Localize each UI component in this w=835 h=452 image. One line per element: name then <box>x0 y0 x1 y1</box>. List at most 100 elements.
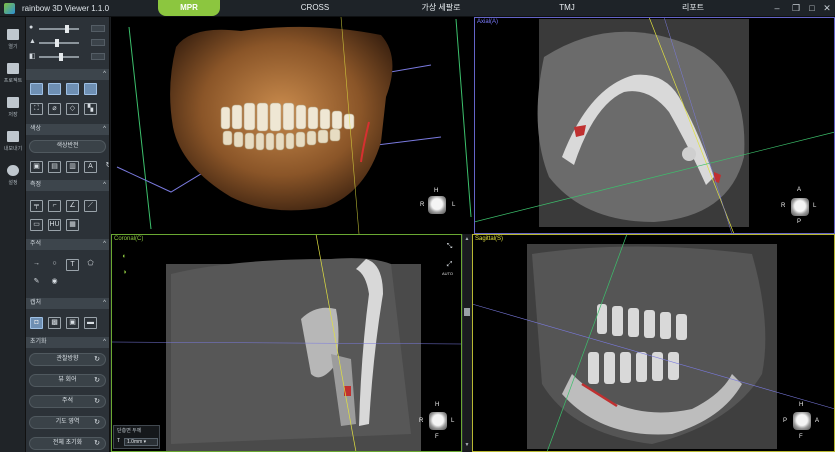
close-icon[interactable]: ✕ <box>821 2 833 14</box>
export-icon <box>7 131 19 142</box>
orientation-cube-icon[interactable] <box>428 196 446 214</box>
tab-tmj[interactable]: TMJ <box>545 0 589 16</box>
coronal-tool-auto-icon[interactable]: ◑ <box>118 268 131 280</box>
sagittal-viewport[interactable]: Sagittal(S) H P A F <box>472 234 835 452</box>
reset-icon: ↻ <box>94 398 100 405</box>
side-panel: ● ▲ ◧ ^ ⛶ ⌀ ◇ ▚ 색상^ 색상반전 ▣ ▤ ▥ A ↻ 측정^ ╤… <box>26 17 110 452</box>
open-button[interactable]: 열기 <box>0 25 26 55</box>
minimize-icon[interactable]: – <box>771 2 783 14</box>
orientation-cube-icon[interactable] <box>791 198 809 216</box>
annotation-section-header[interactable]: 주석 ^ <box>26 239 109 250</box>
cut-icon[interactable]: ⌀ <box>48 103 61 115</box>
reset-view-direction-button[interactable]: 관찰방향 ↻ <box>29 353 106 366</box>
color-invert-button[interactable]: 색상반전 <box>29 140 106 153</box>
distance-icon[interactable]: ⌐ <box>48 200 61 212</box>
tab-mpr[interactable]: MPR <box>158 0 220 16</box>
axial-viewport-label: Axial(A) <box>477 19 499 25</box>
opacity-icon: ◧ <box>29 53 36 60</box>
camera-icon[interactable]: ◘ <box>30 317 43 329</box>
xray-preset-icon[interactable] <box>84 83 97 95</box>
maximize-icon[interactable]: □ <box>806 2 818 14</box>
restore-icon[interactable]: ❐ <box>790 2 802 14</box>
circle-icon[interactable]: ○ <box>48 259 61 271</box>
ruler-icon[interactable]: ╤ <box>30 200 43 212</box>
auto-color-icon[interactable]: A <box>84 161 97 173</box>
preset-section-header[interactable]: ^ <box>26 69 109 80</box>
text-icon[interactable]: T <box>66 259 79 271</box>
reset-icon: ↻ <box>94 419 100 426</box>
brightness-slider[interactable]: ● <box>29 24 107 33</box>
save-button[interactable]: 저장 <box>0 93 26 123</box>
title-bar: rainbow 3D Viewer 1.1.0 MPR CROSS 가상 세팔로… <box>0 0 835 17</box>
tab-cross[interactable]: CROSS <box>285 0 345 16</box>
slab-thickness-control: 단층면 두께 T 1.0mm ▾ <box>113 425 160 449</box>
reset-annotation-button[interactable]: 주석 ↻ <box>29 395 106 408</box>
opacity-slider[interactable]: ◧ <box>29 53 107 61</box>
colormap-icon[interactable]: ▣ <box>30 161 43 173</box>
histogram-icon[interactable]: ▤ <box>48 161 61 173</box>
auto-label: AUTO <box>442 271 454 276</box>
sagittal-viewport-label: Sagittal(S) <box>475 236 504 242</box>
project-folder-icon <box>7 63 19 74</box>
tab-virtual-ceph[interactable]: 가상 세팔로 <box>405 0 477 16</box>
measure-section-header[interactable]: 측정 ^ <box>26 180 109 191</box>
export-button[interactable]: 내보내기 <box>0 127 26 157</box>
pen-icon[interactable]: ✎ <box>30 277 43 289</box>
reset-icon: ↻ <box>94 356 100 363</box>
hu-icon[interactable]: HU <box>48 219 61 231</box>
arrow-icon[interactable]: → <box>30 259 43 271</box>
pentagon-icon[interactable]: ⬠ <box>84 259 97 271</box>
slab-title: 단층면 두께 <box>117 428 142 434</box>
coronal-viewport[interactable]: Coronal(C) ◐ ◑ ⤡ ⤢ AUTO H R L F <box>111 234 462 452</box>
app-logo <box>4 3 15 14</box>
slab-t-label: T <box>117 438 121 444</box>
palette-icon[interactable]: ◉ <box>48 277 61 289</box>
reslice-icon[interactable]: ⤡ <box>443 242 456 254</box>
capture-window-icon[interactable]: ▣ <box>66 317 79 329</box>
video-capture-icon[interactable]: ▬ <box>84 317 97 329</box>
download-icon <box>7 97 19 108</box>
reset-view-rotation-button[interactable]: 뷰 회어 ↻ <box>29 374 106 387</box>
teeth-preset-icon[interactable] <box>66 83 79 95</box>
color-section-header[interactable]: 색상 ^ <box>26 124 109 135</box>
profile-icon[interactable]: ▦ <box>66 219 79 231</box>
window-level-icon[interactable]: ▥ <box>66 161 79 173</box>
slab-thickness-select[interactable]: 1.0mm ▾ <box>124 438 158 446</box>
reset-all-button[interactable]: 전체 초기화 ↻ <box>29 437 106 450</box>
scroll-down-icon[interactable]: ▼ <box>463 442 471 448</box>
axial-viewport[interactable]: Axial(A) A R L P <box>474 17 835 234</box>
volume-render-viewport[interactable]: H R L <box>111 17 474 234</box>
reset-icon: ↻ <box>94 440 100 447</box>
area-icon[interactable]: ▭ <box>30 219 43 231</box>
orientation-cube-icon[interactable] <box>793 412 811 430</box>
axial-slice-image <box>474 17 835 234</box>
reset-section-header[interactable]: 초기화 ^ <box>26 337 109 348</box>
crop-icon[interactable]: ⛶ <box>30 103 43 115</box>
coronal-tool-1-icon[interactable]: ◐ <box>118 252 131 264</box>
project-button[interactable]: 프로젝트 <box>0 59 26 89</box>
bone-preset-icon[interactable] <box>48 83 61 95</box>
coronal-viewport-label: Coronal(C) <box>114 236 144 242</box>
layout-icon[interactable]: ▚ <box>84 103 97 115</box>
reset-airway-button[interactable]: 기도 영역 ↻ <box>29 416 106 429</box>
scroll-thumb[interactable] <box>464 308 470 316</box>
orientation-cube-icon[interactable] <box>429 412 447 430</box>
tab-report[interactable]: 리포트 <box>668 0 718 16</box>
capture-section-header[interactable]: 캡처 ^ <box>26 298 109 309</box>
sagittal-slice-image <box>472 234 835 452</box>
angle2-icon[interactable]: ⟋ <box>84 200 97 212</box>
capture-multi-icon[interactable]: ▩ <box>48 317 61 329</box>
coronal-slice-image <box>111 234 462 452</box>
reset-icon: ↻ <box>94 377 100 384</box>
app-title: rainbow 3D Viewer 1.1.0 <box>22 4 110 13</box>
contrast-icon: ▲ <box>29 38 36 45</box>
eraser-icon[interactable]: ◇ <box>66 103 79 115</box>
slice-scrollbar[interactable]: ▲ ▼ <box>462 234 471 452</box>
rotate-reset-icon[interactable]: ↻ <box>102 161 109 173</box>
settings-button[interactable]: 설정 <box>0 161 26 191</box>
contrast-slider[interactable]: ▲ <box>29 38 107 47</box>
angle-icon[interactable]: ∠ <box>66 200 79 212</box>
scroll-up-icon[interactable]: ▲ <box>463 236 471 242</box>
brightness-icon: ● <box>29 24 34 31</box>
skin-preset-icon[interactable] <box>30 83 43 95</box>
